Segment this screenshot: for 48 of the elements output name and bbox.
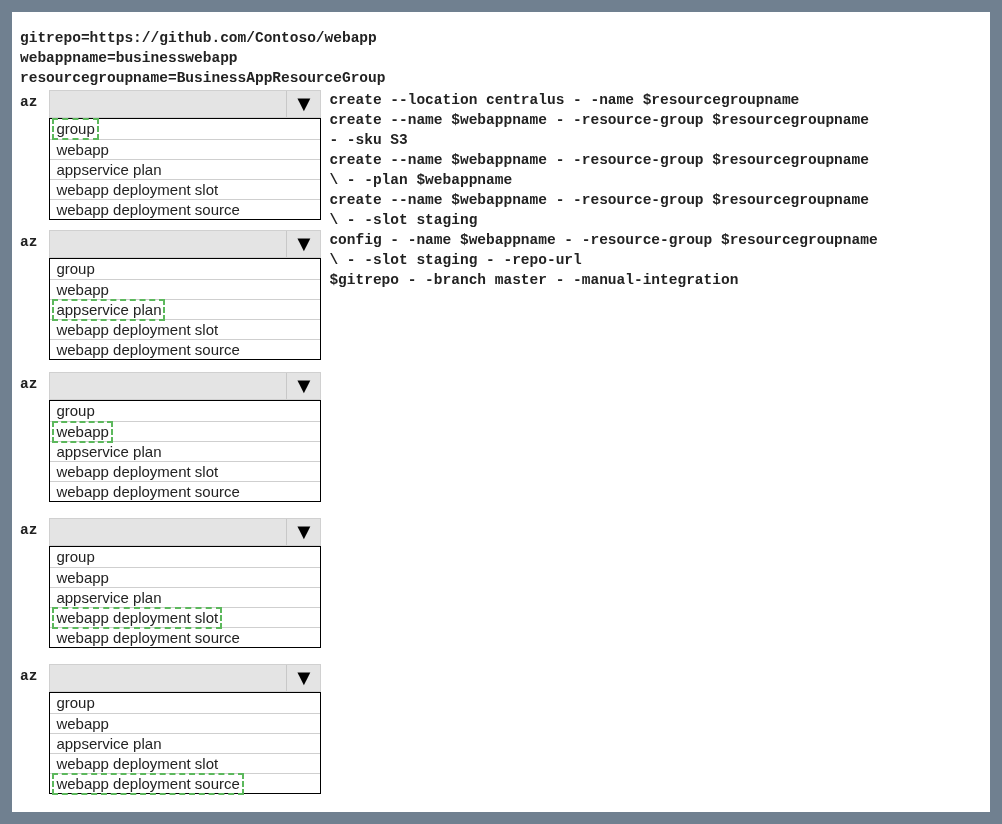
command-prefix: az xyxy=(20,233,38,252)
option-item[interactable]: webapp deployment slot xyxy=(52,178,223,201)
option-item[interactable]: group xyxy=(52,118,99,140)
option-item[interactable]: appservice plan xyxy=(52,732,166,755)
command-line: - -sku S3 xyxy=(329,131,409,150)
option-item[interactable]: webapp deployment slot xyxy=(52,318,223,341)
option-item[interactable]: webapp xyxy=(52,566,113,589)
command-prefix: az xyxy=(20,375,38,394)
option-item[interactable]: webapp deployment source xyxy=(52,198,244,221)
option-item[interactable]: webapp deployment source xyxy=(52,626,244,649)
command-line: \ - -slot staging xyxy=(329,211,479,230)
option-item[interactable]: webapp deployment slot xyxy=(52,606,223,629)
command-line: create --name $webappname - -resource-group $resourcegroupname xyxy=(329,111,870,130)
command-line: \ - -plan $webappname xyxy=(329,171,514,190)
option-item[interactable]: webapp deployment source xyxy=(52,480,244,503)
option-item[interactable]: appservice plan xyxy=(52,298,166,321)
variable-line: resourcegroupname=BusinessAppResourceGroup xyxy=(20,69,387,88)
command-prefix: az xyxy=(20,521,38,540)
dropdown-select[interactable]: ▼ xyxy=(49,664,322,692)
option-item[interactable]: appservice plan xyxy=(52,440,166,463)
option-item[interactable]: webapp deployment slot xyxy=(52,752,223,775)
command-line: $gitrepo - -branch master - -manual-integration xyxy=(329,271,740,290)
option-item[interactable]: webapp xyxy=(52,420,113,443)
option-item[interactable]: webapp deployment source xyxy=(52,338,244,361)
option-item[interactable]: webapp deployment slot xyxy=(52,460,223,483)
command-line: create --location centralus - -name $resourcegroupname xyxy=(329,91,801,110)
command-line: create --name $webappname - -resource-group $resourcegroupname xyxy=(329,191,870,210)
option-item[interactable]: group xyxy=(52,258,99,280)
command-line: create --name $webappname - -resource-group $resourcegroupname xyxy=(329,151,870,170)
command-prefix: az xyxy=(20,93,38,112)
option-item[interactable]: group xyxy=(52,692,99,714)
option-item[interactable]: webapp xyxy=(52,138,113,161)
variable-line: webappname=businesswebapp xyxy=(20,49,239,68)
dropdown-select[interactable]: ▼ xyxy=(49,90,322,118)
option-item[interactable]: webapp deployment source xyxy=(52,772,244,795)
option-item[interactable]: group xyxy=(52,400,99,422)
option-item[interactable]: appservice plan xyxy=(52,158,166,181)
option-item[interactable]: group xyxy=(52,546,99,568)
variable-line: gitrepo=https://github.com/Contoso/webapp xyxy=(20,29,378,48)
command-line: \ - -slot staging - -repo-url xyxy=(329,251,583,270)
option-item[interactable]: appservice plan xyxy=(52,586,166,609)
option-item[interactable]: webapp xyxy=(52,278,113,301)
dropdown-select[interactable]: ▼ xyxy=(49,230,322,258)
option-item[interactable]: webapp xyxy=(52,712,113,735)
dropdown-select[interactable]: ▼ xyxy=(49,372,322,400)
command-prefix: az xyxy=(20,667,38,686)
dropdown-select[interactable]: ▼ xyxy=(49,518,322,546)
command-line: config - -name $webappname - -resource-group $resourcegroupname xyxy=(329,231,878,250)
